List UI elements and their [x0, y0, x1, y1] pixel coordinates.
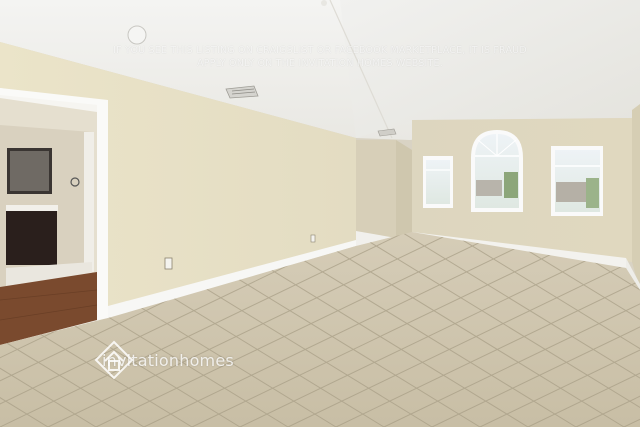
fraud-warning-watermark: IF YOU SEE THIS LISTING ON CRAIGSLIST OR…	[0, 44, 640, 70]
wall-outlet	[164, 257, 173, 270]
window-left	[423, 156, 453, 208]
window-arched	[471, 130, 523, 212]
watermark-line-1: IF YOU SEE THIS LISTING ON CRAIGSLIST OR…	[113, 45, 527, 56]
room-photo: IF YOU SEE THIS LISTING ON CRAIGSLIST OR…	[0, 0, 640, 427]
invitation-homes-logo: invitationhomes	[94, 340, 234, 380]
ceiling-light-mount	[321, 0, 327, 6]
house-diamond-logo-icon	[94, 340, 134, 380]
watermark-line-2: APPLY ONLY ON THE INVITATION HOMES WEBSI…	[197, 58, 443, 69]
doorway	[0, 88, 108, 345]
window-right	[551, 146, 603, 216]
bathroom-cabinet	[6, 210, 57, 265]
wall-outlet-2	[310, 234, 316, 243]
smoke-detector	[127, 25, 147, 45]
